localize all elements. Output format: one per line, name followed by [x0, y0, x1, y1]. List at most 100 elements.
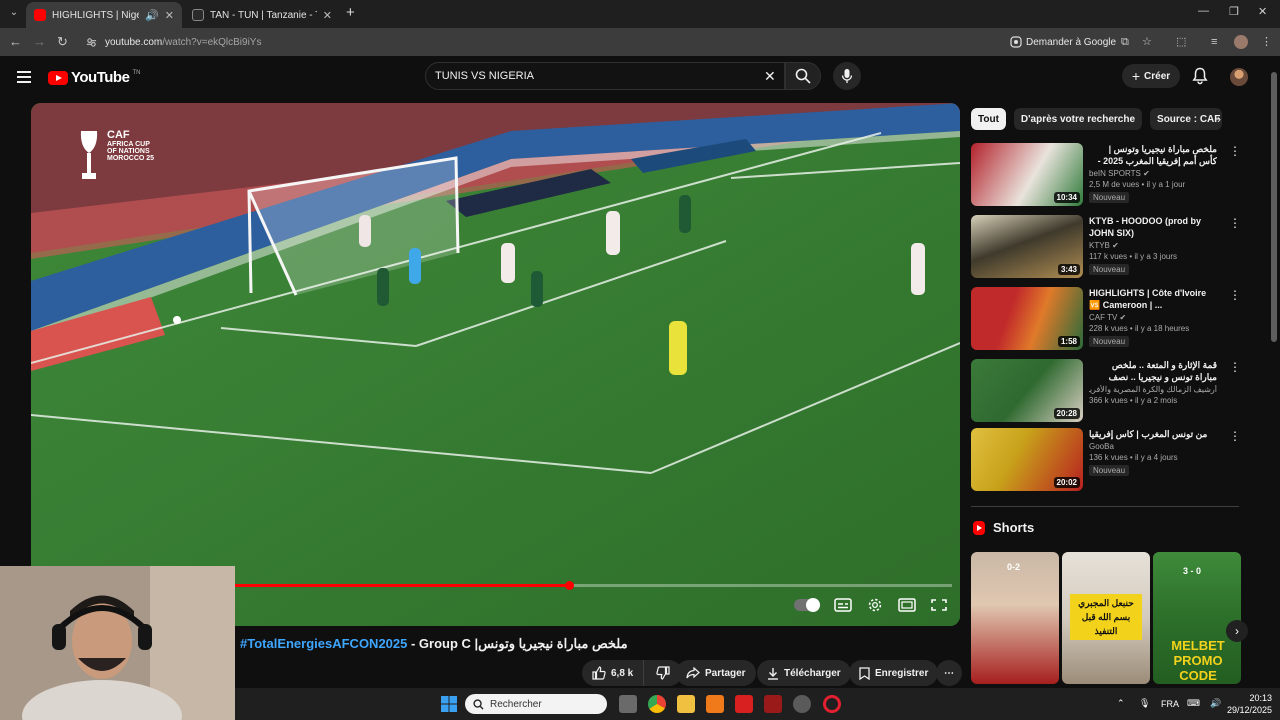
recommendation-item[interactable]: 20:02 من تونس المغرب | كاس إفريقيا GooBa…: [971, 428, 1241, 492]
windows-start-icon[interactable]: [441, 696, 457, 712]
tab-close-icon[interactable]: ✕: [323, 9, 332, 22]
youtube-logo[interactable]: YouTube TN: [48, 69, 140, 86]
more-vertical-icon[interactable]: ⋮: [1229, 145, 1241, 157]
video-thumbnail[interactable]: 1:58: [971, 287, 1083, 350]
recommendation-title[interactable]: ملخص مباراة نيجيريا وتونس | كأس أمم إفري…: [1089, 143, 1217, 167]
tab-youtube[interactable]: HIGHLIGHTS | Nigeria 🆚 Tunisie 🔊 ✕: [26, 2, 182, 28]
shorts-next-button[interactable]: ›: [1226, 620, 1248, 642]
clear-search-icon[interactable]: ✕: [764, 68, 776, 85]
streamer-face: [0, 566, 235, 720]
profile-avatar-icon[interactable]: [1234, 35, 1248, 49]
channel-name[interactable]: أرشيف الزمالك والكرة المصرية والأفريقية: [1089, 385, 1217, 394]
more-vertical-icon[interactable]: ⋮: [1229, 217, 1241, 229]
channel-name[interactable]: GooBa: [1089, 442, 1114, 451]
recommendation-item[interactable]: 10:34 ملخص مباراة نيجيريا وتونس | كأس أم…: [971, 143, 1241, 207]
tab-audio-icon[interactable]: 🔊: [145, 9, 159, 22]
like-dislike-group: 6,8 k: [582, 660, 683, 686]
opera-icon[interactable]: [823, 695, 841, 713]
recommendation-title[interactable]: من تونس المغرب | كاس إفريقيا: [1089, 428, 1217, 440]
back-icon[interactable]: ←: [9, 34, 22, 50]
file-explorer-icon[interactable]: [677, 695, 695, 713]
create-button[interactable]: + Créer: [1122, 64, 1180, 88]
task-view-icon[interactable]: [619, 695, 637, 713]
more-vertical-icon[interactable]: ⋮: [1229, 289, 1241, 301]
minimize-icon[interactable]: —: [1198, 5, 1209, 17]
extensions-icon[interactable]: ⬚: [1176, 35, 1186, 49]
input-language[interactable]: FRA: [1161, 699, 1179, 709]
app-icon-red[interactable]: [735, 695, 753, 713]
page-scrollbar[interactable]: [1270, 60, 1278, 720]
video-thumbnail[interactable]: 20:02: [971, 428, 1083, 491]
recommendation-title[interactable]: قمة الإثارة و المتعة .. ملخص مباراة تونس…: [1089, 359, 1217, 383]
forward-icon[interactable]: →: [33, 34, 46, 50]
chip-all[interactable]: Tout: [971, 108, 1006, 130]
app-icon-gray[interactable]: [793, 695, 811, 713]
more-actions-button[interactable]: ⋯: [936, 660, 962, 686]
clock-date[interactable]: 29/12/2025: [1225, 705, 1272, 715]
tab-close-icon[interactable]: ✕: [165, 9, 174, 22]
short-thumbnail[interactable]: 3 - 0 MELBET PROMO CODE: [1153, 552, 1241, 684]
tray-network-icon[interactable]: ⌨: [1187, 698, 1200, 709]
taskbar-search[interactable]: Rechercher: [465, 694, 607, 714]
channel-name[interactable]: beIN SPORTS: [1089, 169, 1141, 178]
install-app-icon[interactable]: ⧉: [1121, 35, 1129, 49]
tray-chevron-icon[interactable]: ⌃: [1117, 698, 1125, 709]
more-vertical-icon[interactable]: ⋮: [1229, 361, 1241, 373]
tab-search-icon[interactable]: ⌄: [6, 5, 22, 21]
bookmark-star-icon[interactable]: ☆: [1142, 35, 1152, 49]
chrome-icon[interactable]: [648, 695, 666, 713]
recommendation-title[interactable]: KTYB - HOODOO (prod by JOHN SIX): [1089, 215, 1217, 239]
tray-mic-icon[interactable]: 🎙: [1139, 698, 1150, 709]
menu-icon[interactable]: [17, 71, 31, 86]
window-close-icon[interactable]: ✕: [1258, 5, 1267, 18]
subtitles-icon[interactable]: [834, 598, 852, 612]
chip-source[interactable]: Source : CAF TV: [1150, 108, 1223, 130]
site-info-icon[interactable]: [86, 37, 97, 48]
fullscreen-icon[interactable]: [930, 598, 948, 612]
recommendation-item[interactable]: 20:28 قمة الإثارة و المتعة .. ملخص مبارا…: [971, 359, 1241, 423]
trophy-icon: [80, 131, 98, 179]
more-vertical-icon[interactable]: ⋮: [1229, 430, 1241, 442]
video-thumbnail[interactable]: 3:43: [971, 215, 1083, 278]
browser-menu-icon[interactable]: ⋮: [1261, 35, 1272, 49]
restore-icon[interactable]: ❐: [1229, 5, 1239, 18]
autoplay-toggle[interactable]: [794, 598, 820, 612]
channel-name[interactable]: KTYB: [1089, 241, 1110, 250]
tab-livescore[interactable]: TAN - TUN | Tanzanie - Tunisie ✕: [184, 2, 340, 28]
ask-google-button[interactable]: Demander à Google: [1010, 33, 1116, 51]
download-button[interactable]: Télécharger: [757, 660, 851, 686]
media-control-icon[interactable]: ≡: [1211, 35, 1217, 49]
channel-name[interactable]: CAF TV: [1089, 313, 1117, 322]
theater-mode-icon[interactable]: [898, 598, 916, 612]
url-field[interactable]: youtube.com/watch?v=ekQlcBi9iYs: [80, 31, 1000, 53]
recommendation-item[interactable]: 1:58 HIGHLIGHTS | Côte d'Ivoire 🆚 Camero…: [971, 287, 1241, 351]
app-icon-orange[interactable]: [706, 695, 724, 713]
short-thumbnail[interactable]: حنبعل المجبري بسم الله قبل التنفيذ: [1062, 552, 1150, 684]
scrollbar-thumb[interactable]: [1271, 72, 1277, 342]
lens-icon: [1010, 36, 1022, 48]
recommendation-title[interactable]: HIGHLIGHTS | Côte d'Ivoire 🆚 Cameroon | …: [1089, 287, 1217, 311]
video-player[interactable]: CAF AFRICA CUP OF NATIONS MOROCCO 25: [31, 103, 960, 626]
search-input[interactable]: [426, 63, 726, 89]
clock-time[interactable]: 20:13: [1236, 693, 1272, 703]
short-thumbnail[interactable]: 0-2: [971, 552, 1059, 684]
view-count: 366 k vues: [1089, 396, 1128, 405]
share-button[interactable]: Partager: [676, 660, 756, 686]
settings-gear-icon[interactable]: [866, 598, 884, 612]
account-avatar[interactable]: [1230, 68, 1248, 86]
app-icon-dark-red[interactable]: [764, 695, 782, 713]
tray-volume-icon[interactable]: 🔊: [1210, 698, 1221, 709]
reload-icon[interactable]: ↻: [57, 34, 68, 50]
notifications-button[interactable]: [1192, 67, 1208, 88]
chevron-right-icon[interactable]: ›: [1217, 112, 1221, 126]
recommendation-item[interactable]: 3:43 KTYB - HOODOO (prod by JOHN SIX) KT…: [971, 215, 1241, 279]
save-button[interactable]: Enregistrer: [849, 660, 939, 686]
like-button[interactable]: 6,8 k: [582, 660, 645, 686]
search-button[interactable]: [785, 62, 821, 90]
video-thumbnail[interactable]: 10:34: [971, 143, 1083, 206]
voice-search-button[interactable]: [833, 62, 861, 90]
video-thumbnail[interactable]: 20:28: [971, 359, 1083, 422]
video-title-hashtag[interactable]: #TotalEnergiesAFCON2025: [240, 636, 407, 651]
new-tab-icon[interactable]: +: [346, 5, 355, 21]
chip-related-to-search[interactable]: D'après votre recherche: [1013, 108, 1143, 130]
